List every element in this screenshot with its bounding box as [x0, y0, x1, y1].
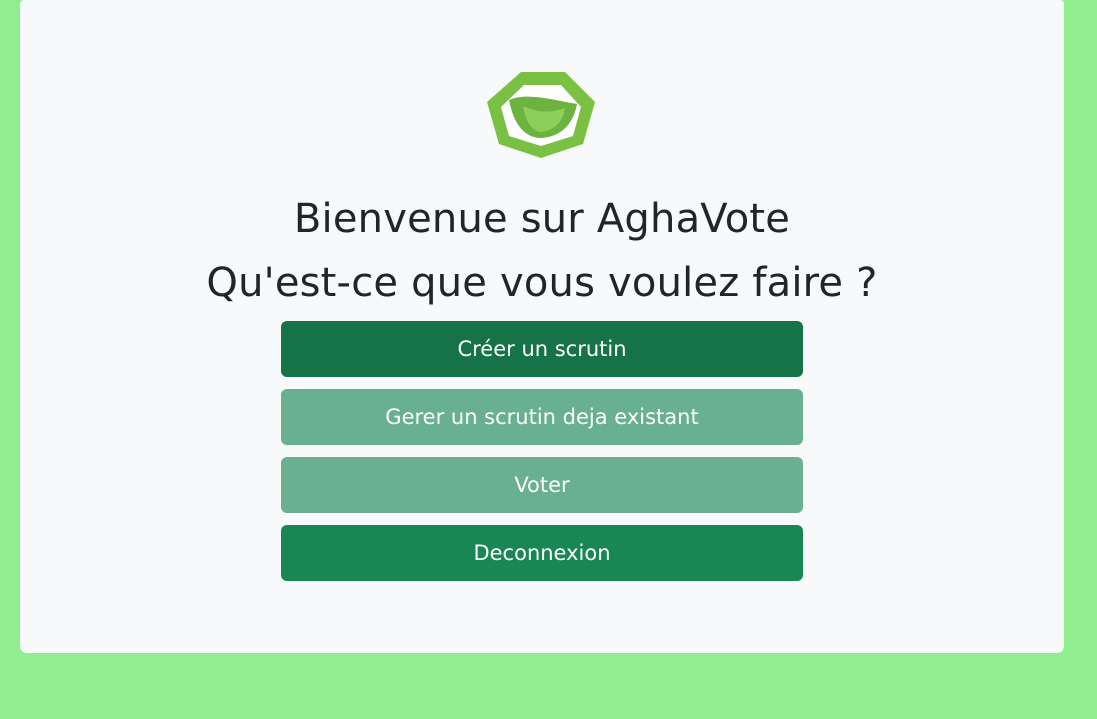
manage-ballot-button[interactable]: Gerer un scrutin deja existant [281, 389, 803, 445]
welcome-title: Bienvenue sur AghaVote [293, 196, 791, 242]
vote-button[interactable]: Voter [281, 457, 803, 513]
action-question: Qu'est-ce que vous voulez faire ? [206, 260, 878, 306]
logout-button[interactable]: Deconnexion [281, 525, 803, 581]
create-ballot-button[interactable]: Créer un scrutin [281, 321, 803, 377]
main-card: Bienvenue sur AghaVote Qu'est-ce que vou… [20, 0, 1064, 653]
leaf-hexagon-logo-icon [487, 72, 595, 158]
